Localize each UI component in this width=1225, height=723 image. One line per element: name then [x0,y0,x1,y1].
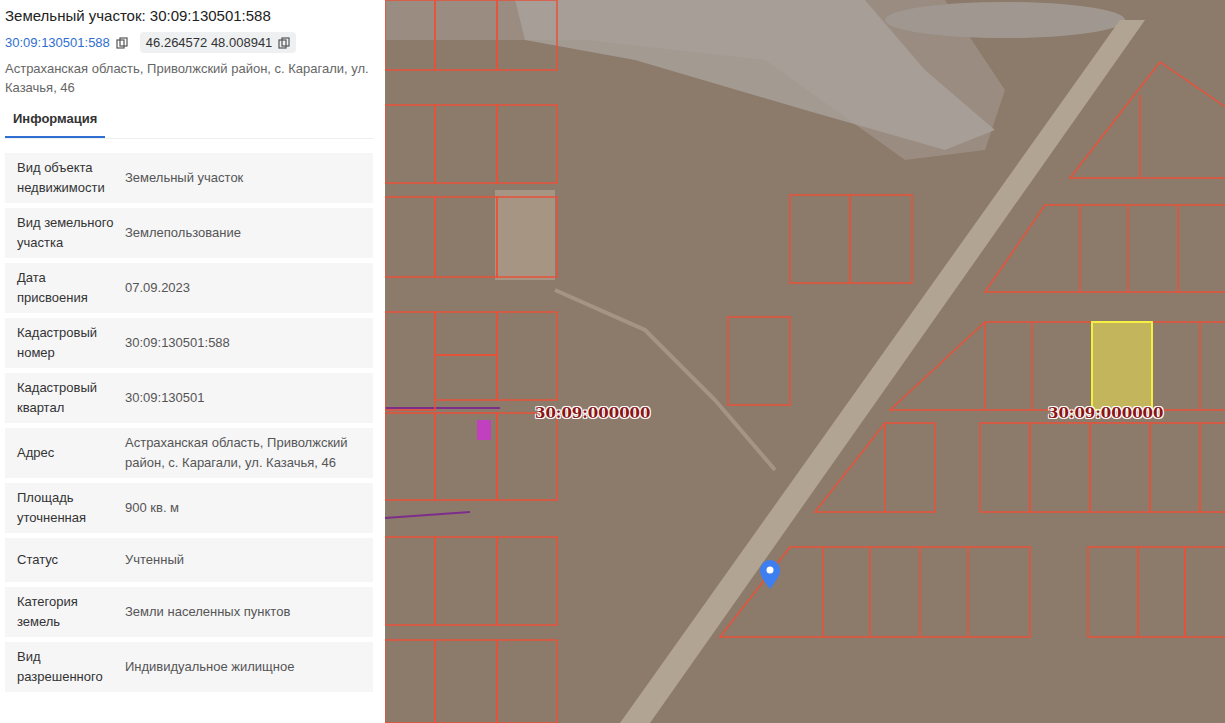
quarter-label: 30:09:000000 [1048,404,1163,422]
info-row: Площадь уточненная 900 кв. м [5,483,373,533]
info-row: Дата присвоения 07.09.2023 [5,263,373,313]
address: Астраханская область, Приволжский район,… [5,59,373,97]
info-row: Вид земельного участка Землепользование [5,208,373,258]
row-value: Землепользование [121,223,373,243]
row-label: Статус [5,550,121,570]
row-label: Кадастровый номер [5,323,121,363]
info-row: Статус Учтенный [5,538,373,582]
row-label: Адрес [5,443,121,463]
selected-parcel[interactable] [1092,322,1152,410]
row-value: Земельный участок [121,168,373,188]
info-row: Кадастровый номер 30:09:130501:588 [5,318,373,368]
row-value: Земли населенных пунктов [121,602,373,622]
quarter-label: 30:09:000000 [535,404,650,422]
tabs: Информация [5,103,373,139]
row-label: Вид разрешенного [5,647,121,687]
info-table: Вид объекта недвижимости Земельный участ… [5,153,373,692]
map[interactable]: 30:09:000000 30:09:000000 [385,0,1225,723]
row-value: Астраханская область, Приволжский район,… [121,433,373,473]
coordinates: 46.264572 48.008941 [146,35,273,50]
id-row: 30:09:130501:588 46.264572 48.008941 [5,32,373,53]
info-row: Вид разрешенного Индивидуальное жилищное [5,642,373,692]
row-label: Категория земель [5,592,121,632]
app: Земельный участок: 30:09:130501:588 30:0… [0,0,1225,723]
row-value: 07.09.2023 [121,278,373,298]
map-canvas [385,0,1225,723]
panel-title: Земельный участок: 30:09:130501:588 [5,6,373,26]
row-value: Индивидуальное жилищное [121,657,373,677]
row-value: 30:09:130501 [121,388,373,408]
coordinates-chip[interactable]: 46.264572 48.008941 [140,32,297,53]
row-label: Вид земельного участка [5,213,121,253]
row-label: Вид объекта недвижимости [5,158,121,198]
row-value: Учтенный [121,550,373,570]
info-row: Вид объекта недвижимости Земельный участ… [5,153,373,203]
location-pin-icon[interactable] [760,560,780,589]
row-label: Дата присвоения [5,268,121,308]
info-row: Кадастровый квартал 30:09:130501 [5,373,373,423]
cadastral-link[interactable]: 30:09:130501:588 [5,35,110,50]
copy-icon[interactable] [278,37,290,49]
row-value: 900 кв. м [121,498,373,518]
row-value: 30:09:130501:588 [121,333,373,353]
info-panel: Земельный участок: 30:09:130501:588 30:0… [0,0,385,723]
info-row: Адрес Астраханская область, Приволжский … [5,428,373,478]
info-row: Категория земель Земли населенных пункто… [5,587,373,637]
tab[interactable]: Информация [5,103,105,138]
row-label: Кадастровый квартал [5,378,121,418]
copy-icon[interactable] [116,37,128,49]
row-label: Площадь уточненная [5,488,121,528]
